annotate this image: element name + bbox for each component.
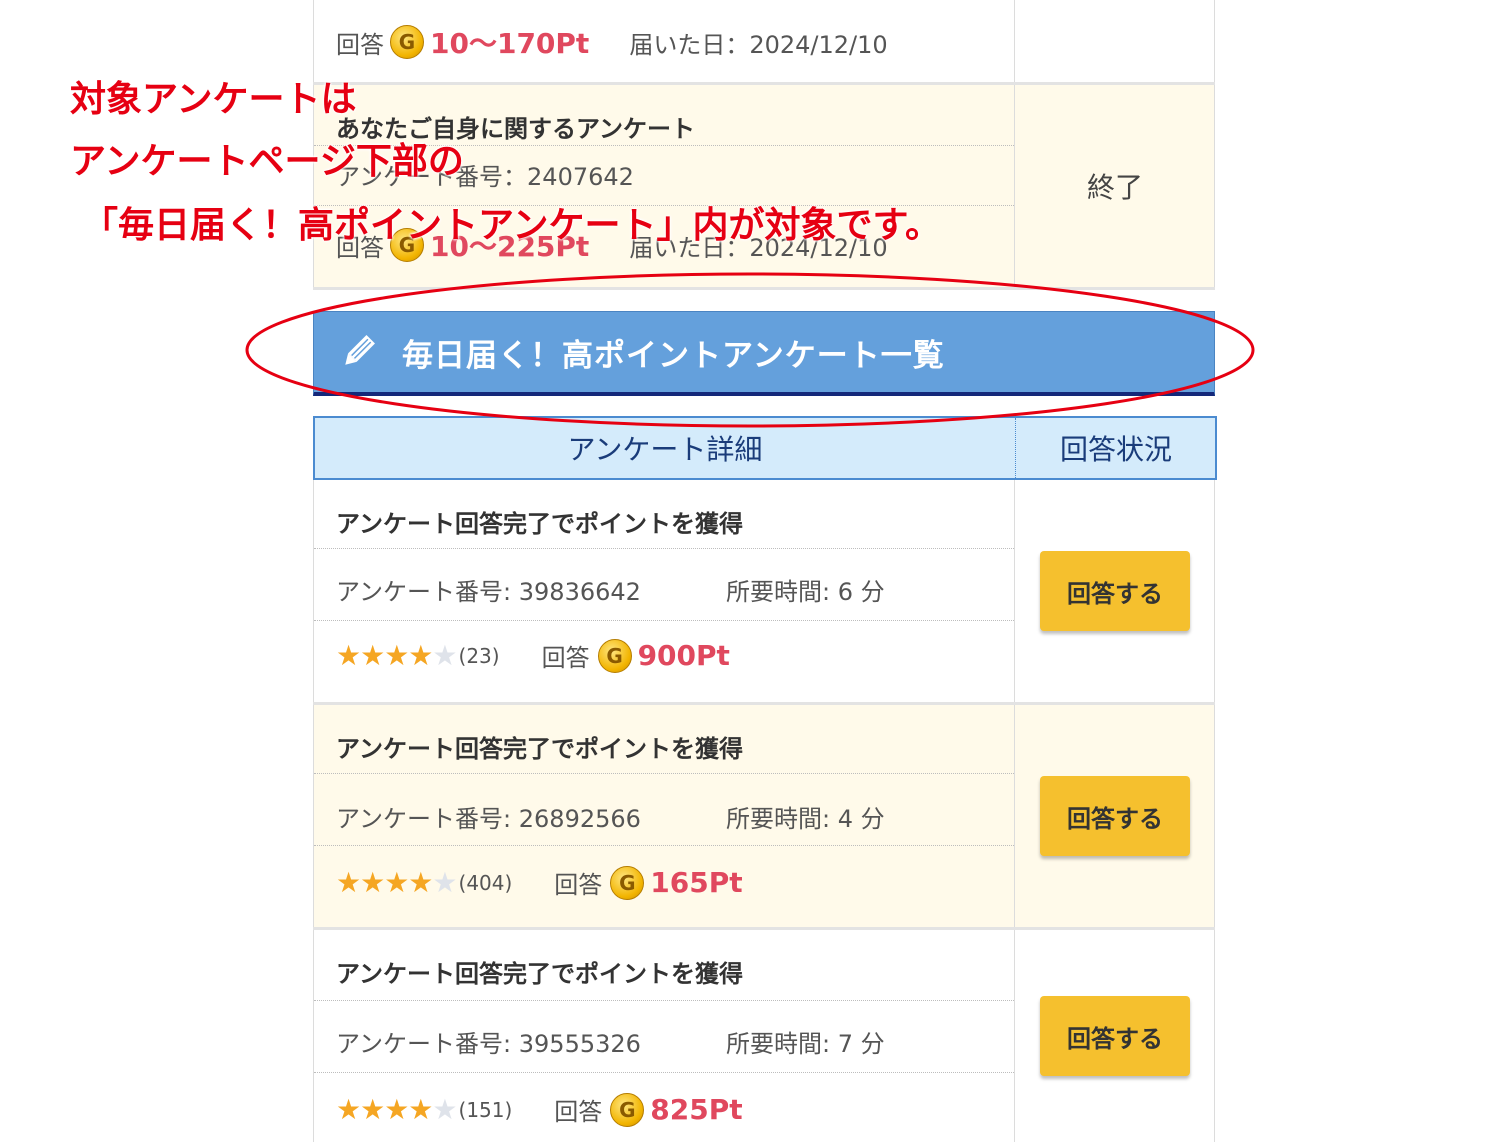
rating-stars: ★★★★★ — [336, 639, 458, 672]
table-row: アンケート回答完了でポイントを獲得 アンケート番号: 26892566 所要時間… — [313, 705, 1215, 927]
survey-number: アンケート番号: 26892566 — [336, 805, 641, 833]
survey-time: 所要時間: 4 分 — [726, 805, 885, 833]
rating-stars: ★★★★★ — [336, 866, 458, 899]
annotation-line-3: 「毎日届く！高ポイントアンケート」内が対象です。 — [82, 205, 941, 246]
answer-button[interactable]: 回答する — [1040, 776, 1190, 856]
survey-meta: ★★★★★ (404) 回答 G 165Pt — [336, 865, 743, 900]
survey-time: 所要時間: 7 分 — [726, 1030, 885, 1058]
annotation-line-2: アンケートページ下部の — [70, 141, 464, 182]
survey-detail: アンケート回答完了でポイントを獲得 アンケート番号: 39836642 所要時間… — [314, 480, 1014, 702]
rating-stars: ★★★★★ — [336, 1093, 458, 1126]
rating-count: (23) — [458, 643, 500, 668]
survey-number: アンケート番号: 39555326 — [336, 1030, 641, 1058]
points-value: 900Pt — [637, 639, 730, 672]
table-row: アンケート回答完了でポイントを獲得 アンケート番号: 39555326 所要時間… — [313, 930, 1215, 1142]
survey-number: アンケート番号: 39836642 — [336, 578, 641, 606]
survey-detail: アンケート回答完了でポイントを獲得 アンケート番号: 39555326 所要時間… — [314, 930, 1014, 1142]
survey-meta: ★★★★★ (151) 回答 G 825Pt — [336, 1092, 743, 1127]
survey-detail: アンケート回答完了でポイントを獲得 アンケート番号: 26892566 所要時間… — [314, 705, 1014, 927]
answer-label: 回答 — [541, 644, 590, 672]
coin-icon: G — [610, 865, 645, 900]
points-value: 825Pt — [650, 1093, 743, 1126]
rating-count: (151) — [458, 1097, 513, 1122]
survey-title[interactable]: アンケート回答完了でポイントを獲得 — [336, 504, 743, 539]
survey-title[interactable]: アンケート回答完了でポイントを獲得 — [336, 954, 743, 989]
survey-status: 回答する — [1014, 930, 1215, 1142]
survey-status: 回答する — [1014, 480, 1215, 702]
points-value: 165Pt — [650, 866, 743, 899]
table-row: アンケート回答完了でポイントを獲得 アンケート番号: 39836642 所要時間… — [313, 480, 1215, 702]
survey-time: 所要時間: 6 分 — [726, 578, 885, 606]
answer-button[interactable]: 回答する — [1040, 996, 1190, 1076]
rating-count: (404) — [458, 870, 513, 895]
coin-icon: G — [610, 1092, 645, 1127]
answer-label: 回答 — [554, 871, 603, 899]
survey-meta: ★★★★★ (23) 回答 G 900Pt — [336, 638, 730, 673]
survey-title[interactable]: アンケート回答完了でポイントを獲得 — [336, 729, 743, 764]
answer-label: 回答 — [554, 1098, 603, 1126]
survey-status: 回答する — [1014, 705, 1215, 927]
answer-button[interactable]: 回答する — [1040, 551, 1190, 631]
annotation-line-1: 対象アンケートは — [70, 79, 357, 120]
coin-icon: G — [597, 638, 632, 673]
